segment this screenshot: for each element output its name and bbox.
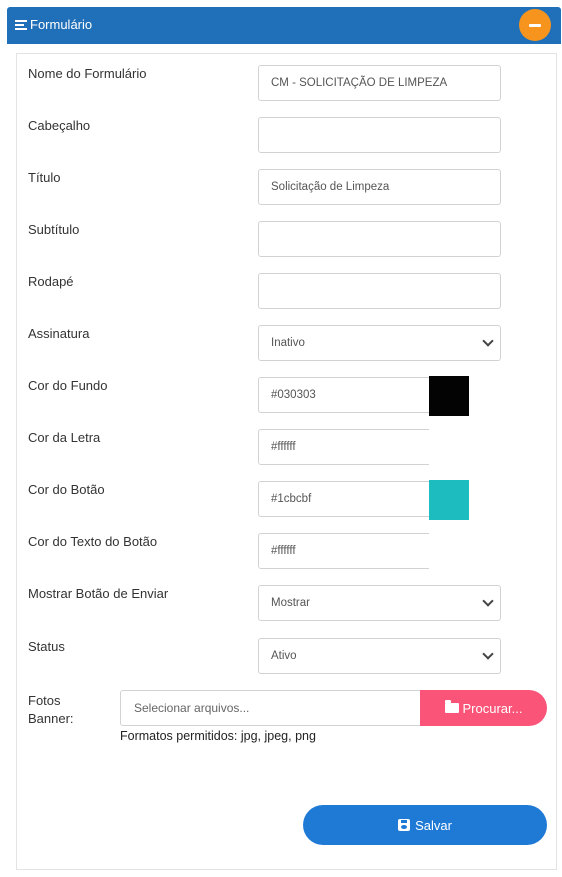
folder-open-icon <box>444 700 459 713</box>
cor-texto-botao-swatch[interactable] <box>429 532 469 572</box>
mostrar-botao-select[interactable]: Mostrar <box>258 585 501 621</box>
cor-texto-botao-input[interactable]: #ffffff <box>258 533 429 569</box>
label-cor-fundo: Cor do Fundo <box>28 378 108 393</box>
label-fotos-banner: Fotos Banner: <box>28 692 74 728</box>
cor-fundo-swatch[interactable] <box>429 376 469 416</box>
list-icon <box>15 19 27 30</box>
label-cabecalho: Cabeçalho <box>28 118 91 133</box>
form-body: Nome do Formulário CM - SOLICITAÇÃO DE L… <box>16 53 557 870</box>
rodape-input[interactable] <box>258 273 501 309</box>
cor-botao-input[interactable]: #1cbcbf <box>258 481 429 517</box>
cor-letra-swatch[interactable] <box>429 428 469 468</box>
subtitulo-input[interactable] <box>258 221 501 257</box>
cor-fundo-input[interactable]: #030303 <box>258 377 429 413</box>
status-select[interactable]: Ativo <box>258 638 501 674</box>
label-cor-texto-botao: Cor do Texto do Botão <box>28 534 158 549</box>
mostrar-botao-value: Mostrar <box>271 597 310 609</box>
assinatura-value: Inativo <box>271 337 305 349</box>
browse-label: Procurar... <box>462 700 523 716</box>
titulo-input[interactable]: Solicitação de Limpeza <box>258 169 501 205</box>
label-titulo: Título <box>28 170 61 185</box>
cabecalho-input[interactable] <box>258 117 501 153</box>
file-input[interactable]: Selecionar arquivos... <box>120 690 422 726</box>
floppy-disk-icon <box>398 819 411 831</box>
status-value: Ativo <box>271 650 297 662</box>
panel-title: Formulário <box>15 17 92 32</box>
label-nome: Nome do Formulário <box>28 66 147 81</box>
label-banner: Banner: <box>28 711 74 726</box>
chevron-down-icon <box>482 648 494 660</box>
label-rodape: Rodapé <box>28 274 74 289</box>
cor-botao-swatch[interactable] <box>429 480 469 520</box>
assinatura-select[interactable]: Inativo <box>258 325 501 361</box>
label-cor-botao: Cor do Botão <box>28 482 105 497</box>
collapse-button[interactable] <box>519 9 551 41</box>
nome-input[interactable]: CM - SOLICITAÇÃO DE LIMPEZA <box>258 65 501 101</box>
allowed-formats: Formatos permitidos: jpg, jpeg, png <box>120 729 316 743</box>
label-mostrar-botao: Mostrar Botão de Enviar <box>28 586 169 601</box>
browse-button[interactable]: Procurar... <box>420 690 547 726</box>
cor-letra-input[interactable]: #ffffff <box>258 429 429 465</box>
label-subtitulo: Subtítulo <box>28 222 80 237</box>
minus-icon <box>529 23 541 27</box>
label-status: Status <box>28 639 65 654</box>
label-assinatura: Assinatura <box>28 326 90 341</box>
label-cor-letra: Cor da Letra <box>28 430 101 445</box>
save-label: Salvar <box>415 817 452 833</box>
save-button[interactable]: Salvar <box>303 805 547 845</box>
chevron-down-icon <box>482 595 494 607</box>
chevron-down-icon <box>482 335 494 347</box>
panel-title-text: Formulário <box>30 17 93 32</box>
label-fotos: Fotos <box>28 693 61 708</box>
panel-header: Formulário <box>7 7 561 44</box>
